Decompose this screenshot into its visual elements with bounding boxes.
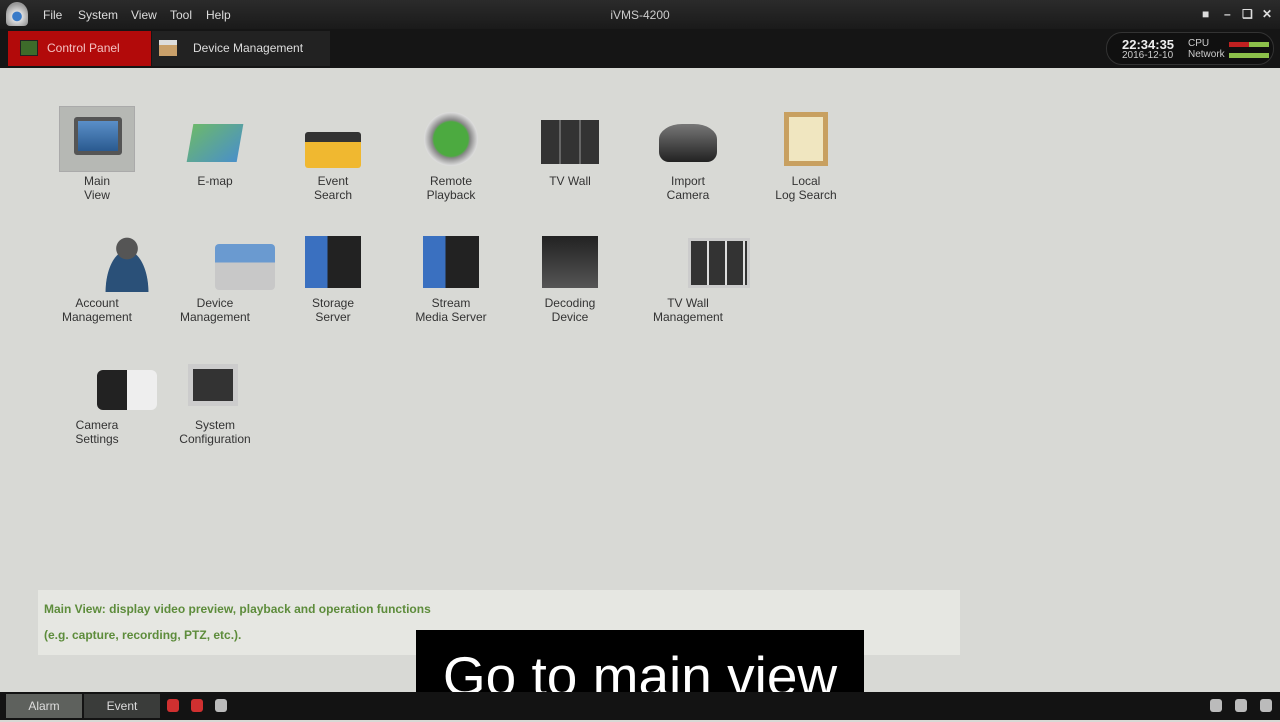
storage-server-icon [305,236,361,288]
control-panel-item[interactable]: Account Management [42,232,157,324]
minimize-button[interactable]: – [1224,7,1231,21]
cpu-label: CPU [1188,38,1210,49]
alarm-sound-icon[interactable] [167,699,179,712]
monitor-user-icon [74,117,122,155]
alarm-tab[interactable]: Alarm [6,694,82,718]
tab-control-panel[interactable]: Control Panel [8,31,151,66]
info-line-1: Main View: display video preview, playba… [44,602,431,616]
item-label: Camera [666,188,710,202]
item-label: Device [196,296,234,310]
control-panel-item[interactable]: Import Camera [633,110,743,202]
control-panel-item[interactable]: Event Search [278,110,388,202]
map-icon [186,124,244,162]
item-label: Management [61,310,133,324]
network-label: Network [1188,49,1225,60]
item-label: Settings [75,432,119,446]
camera-settings-icon [97,370,157,410]
item-label: Decoding [544,296,596,310]
device-tray-icon [159,40,177,56]
item-label: Import [670,174,705,188]
info-line-2: (e.g. capture, recording, PTZ, etc.). [44,628,242,642]
cpu-meter [1229,42,1269,47]
clock-date: 2016-12-10 [1122,50,1174,61]
item-label: TV Wall [667,296,709,310]
app-title: iVMS-4200 [610,8,670,22]
camera-film-icon [659,124,717,162]
item-label: Local [791,174,821,188]
tab-label: Device Management [193,41,304,55]
decoder-icon [542,236,598,288]
control-panel-item[interactable]: TV Wall Management [633,232,750,324]
expand-icon[interactable] [1260,699,1272,712]
tv-wall-icon [541,120,599,164]
item-label: Storage [311,296,355,310]
control-panel-item[interactable]: Remote Playback [396,110,506,202]
item-label: Stream [431,296,471,310]
item-label: Device [551,310,589,324]
item-label: Event [317,174,349,188]
close-button[interactable]: ✕ [1262,7,1272,21]
control-panel-item[interactable]: Stream Media Server [396,232,506,324]
stream-server-icon [423,236,479,288]
tab-bar: Control Panel Device Management 22:34:35… [0,29,1280,68]
item-label: Main [83,174,110,188]
control-panel-item[interactable]: Decoding Device [515,232,625,324]
item-label: E-map [197,174,233,188]
control-panel-item[interactable]: Device Management [160,232,275,324]
title-bar: File System View Tool Help iVMS-4200 ■ –… [0,0,1280,29]
item-label: System [194,418,235,432]
alarm-light-icon[interactable] [191,699,203,712]
item-label: Remote [429,174,473,188]
alarm-clear-icon[interactable] [215,699,227,712]
item-label: Search [313,188,353,202]
event-tab[interactable]: Event [84,694,160,718]
item-label: Account [75,296,119,310]
control-panel-item[interactable]: System Configuration [160,354,270,446]
tab-label: Control Panel [47,41,120,55]
item-label: Log Search [775,188,837,202]
window-icon[interactable] [1235,699,1247,712]
item-label: Management [179,310,251,324]
restore-button[interactable]: ❏ [1242,7,1253,21]
item-label: View [84,188,110,202]
item-label: Playback [426,188,476,202]
control-panel-item[interactable]: Storage Server [278,232,388,324]
status-panel: 22:34:35 2016-12-10 CPU Network [1106,32,1274,65]
clipboard-icon [784,112,828,166]
tab-device-management[interactable]: Device Management [152,31,330,66]
control-panel-icon [20,40,38,56]
lock-icon[interactable]: ■ [1202,7,1209,21]
tv-wall-grid-icon [688,238,750,288]
control-panel-item[interactable]: TV Wall [515,110,625,188]
item-label: Management [652,310,724,324]
item-label: Server [315,310,351,324]
bottom-bar: Alarm Event [0,692,1280,720]
item-label: TV Wall [549,174,591,188]
control-panel-item[interactable]: E-map [160,110,270,188]
control-panel-item[interactable]: Camera Settings [42,354,157,446]
item-label: Configuration [179,432,251,446]
device-tray-icon [215,244,275,290]
control-panel-item[interactable]: Local Log Search [751,110,861,202]
pin-icon[interactable] [1210,699,1222,712]
item-label: Media Server [415,310,487,324]
control-panel-item[interactable]: Main View [42,106,152,202]
item-label: Camera [75,418,119,432]
network-meter [1229,53,1269,58]
user-icon [97,234,157,292]
folder-film-icon [305,132,361,168]
playback-icon [424,112,478,166]
system-config-icon [188,364,238,406]
